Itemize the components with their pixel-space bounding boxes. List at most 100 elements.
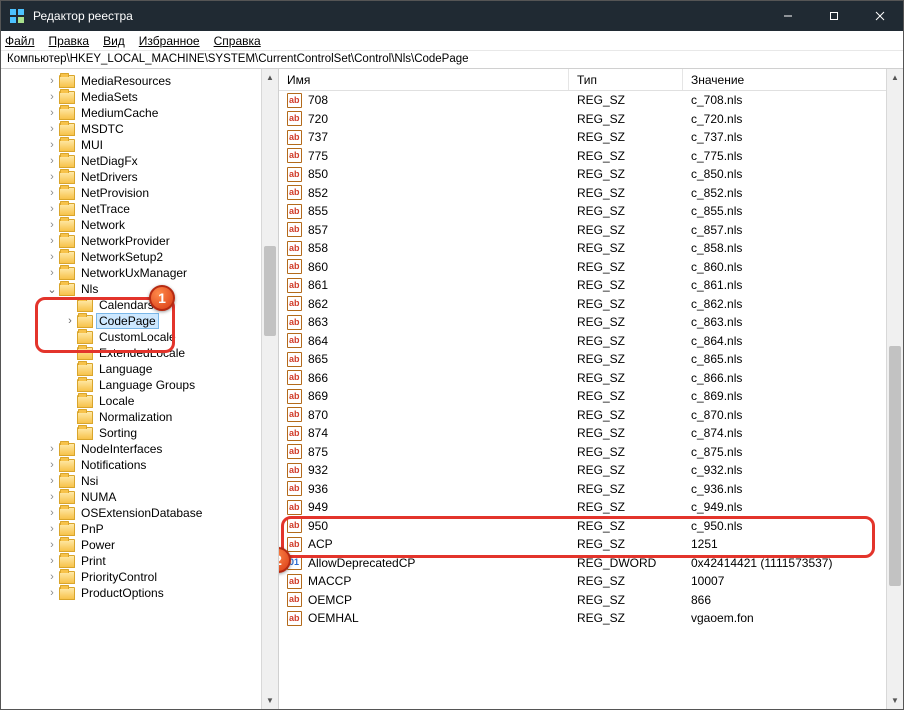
list-row[interactable]: 870REG_SZc_870.nls — [279, 406, 903, 425]
list-row[interactable]: 874REG_SZc_874.nls — [279, 424, 903, 443]
tree-item[interactable]: ExtendedLocale — [1, 345, 278, 361]
column-type[interactable]: Тип — [569, 69, 683, 90]
tree-item[interactable]: ›PriorityControl — [1, 569, 278, 585]
chevron-icon[interactable]: › — [63, 315, 77, 327]
tree-item[interactable]: ›Print — [1, 553, 278, 569]
tree-item[interactable]: ›MediumCache — [1, 105, 278, 121]
tree-item[interactable]: ›MediaSets — [1, 89, 278, 105]
chevron-icon[interactable]: › — [45, 187, 59, 199]
chevron-icon[interactable]: › — [45, 123, 59, 135]
tree-item[interactable]: ›CodePage — [1, 313, 278, 329]
tree-item[interactable]: Language — [1, 361, 278, 377]
tree-item[interactable]: ›MSDTC — [1, 121, 278, 137]
menu-view[interactable]: Вид — [103, 34, 125, 48]
addressbar[interactable]: Компьютер\HKEY_LOCAL_MACHINE\SYSTEM\Curr… — [1, 51, 903, 69]
chevron-icon[interactable]: › — [45, 91, 59, 103]
tree-item[interactable]: CustomLocale — [1, 329, 278, 345]
tree-item[interactable]: ›OSExtensionDatabase — [1, 505, 278, 521]
chevron-icon[interactable]: › — [45, 203, 59, 215]
list-scrollbar[interactable]: ▲ ▼ — [886, 69, 903, 709]
tree-item[interactable]: ›NUMA — [1, 489, 278, 505]
column-name[interactable]: Имя — [279, 69, 569, 90]
chevron-icon[interactable]: › — [45, 219, 59, 231]
tree-item[interactable]: ›MUI — [1, 137, 278, 153]
tree-item[interactable]: ›NetworkProvider — [1, 233, 278, 249]
list-row[interactable]: 857REG_SZc_857.nls — [279, 221, 903, 240]
tree-item[interactable]: Calendars — [1, 297, 278, 313]
tree-item[interactable]: ›ProductOptions — [1, 585, 278, 601]
chevron-icon[interactable]: › — [45, 587, 59, 599]
chevron-icon[interactable]: › — [45, 475, 59, 487]
tree-item[interactable]: Language Groups — [1, 377, 278, 393]
menu-edit[interactable]: Правка — [49, 34, 90, 48]
list-row[interactable]: 950REG_SZc_950.nls — [279, 517, 903, 536]
list-row[interactable]: 863REG_SZc_863.nls — [279, 313, 903, 332]
list-row[interactable]: 866REG_SZc_866.nls — [279, 369, 903, 388]
chevron-icon[interactable]: › — [45, 139, 59, 151]
list-row[interactable]: MACCPREG_SZ10007 — [279, 572, 903, 591]
close-button[interactable] — [857, 1, 903, 31]
chevron-icon[interactable]: › — [45, 155, 59, 167]
menu-favorites[interactable]: Избранное — [139, 34, 200, 48]
list-row[interactable]: 858REG_SZc_858.nls — [279, 239, 903, 258]
tree-item[interactable]: ›NetDrivers — [1, 169, 278, 185]
tree-item[interactable]: Normalization — [1, 409, 278, 425]
chevron-icon[interactable]: › — [45, 235, 59, 247]
scroll-thumb[interactable] — [889, 346, 901, 586]
chevron-icon[interactable]: › — [45, 491, 59, 503]
list-row[interactable]: 861REG_SZc_861.nls — [279, 276, 903, 295]
tree-item[interactable]: ›Power — [1, 537, 278, 553]
list-row[interactable]: 936REG_SZc_936.nls — [279, 480, 903, 499]
tree-item[interactable]: ›NetDiagFx — [1, 153, 278, 169]
list-row[interactable]: 875REG_SZc_875.nls — [279, 443, 903, 462]
maximize-button[interactable] — [811, 1, 857, 31]
tree-item[interactable]: ›Nsi — [1, 473, 278, 489]
menu-file[interactable]: Файл — [5, 34, 35, 48]
chevron-icon[interactable]: › — [45, 523, 59, 535]
tree-item[interactable]: ›NetworkSetup2 — [1, 249, 278, 265]
list-row[interactable]: OEMHALREG_SZvgaoem.fon — [279, 609, 903, 628]
list-row[interactable]: 932REG_SZc_932.nls — [279, 461, 903, 480]
tree-item[interactable]: ›PnP — [1, 521, 278, 537]
chevron-icon[interactable]: › — [45, 107, 59, 119]
list-row[interactable]: AllowDeprecatedCPREG_DWORD0x42414421 (11… — [279, 554, 903, 573]
chevron-icon[interactable]: › — [45, 251, 59, 263]
tree-item[interactable]: ›NetworkUxManager — [1, 265, 278, 281]
chevron-icon[interactable]: › — [45, 539, 59, 551]
list-row[interactable]: 862REG_SZc_862.nls — [279, 295, 903, 314]
tree-pane[interactable]: 1 ▲ ▼ ›MediaResources›MediaSets›MediumCa… — [1, 69, 279, 709]
column-value[interactable]: Значение — [683, 69, 903, 90]
chevron-icon[interactable]: › — [45, 267, 59, 279]
list-row[interactable]: 860REG_SZc_860.nls — [279, 258, 903, 277]
chevron-icon[interactable]: › — [45, 507, 59, 519]
list-row[interactable]: 864REG_SZc_864.nls — [279, 332, 903, 351]
chevron-icon[interactable]: › — [45, 459, 59, 471]
chevron-icon[interactable]: › — [45, 555, 59, 567]
list-row[interactable]: 737REG_SZc_737.nls — [279, 128, 903, 147]
scroll-down-icon[interactable]: ▼ — [262, 692, 278, 709]
list-row[interactable]: 865REG_SZc_865.nls — [279, 350, 903, 369]
scroll-up-icon[interactable]: ▲ — [887, 69, 903, 86]
list-row[interactable]: 775REG_SZc_775.nls — [279, 147, 903, 166]
minimize-button[interactable] — [765, 1, 811, 31]
list-row[interactable]: 850REG_SZc_850.nls — [279, 165, 903, 184]
chevron-icon[interactable]: › — [45, 443, 59, 455]
list-row[interactable]: 708REG_SZc_708.nls — [279, 91, 903, 110]
tree-item[interactable]: ›Network — [1, 217, 278, 233]
tree-item[interactable]: ›NodeInterfaces — [1, 441, 278, 457]
chevron-icon[interactable]: › — [45, 571, 59, 583]
menu-help[interactable]: Справка — [214, 34, 261, 48]
list-row[interactable]: 869REG_SZc_869.nls — [279, 387, 903, 406]
tree-item[interactable]: ›NetProvision — [1, 185, 278, 201]
tree-item[interactable]: ›Notifications — [1, 457, 278, 473]
list-row[interactable]: OEMCPREG_SZ866 — [279, 591, 903, 610]
list-row[interactable]: 720REG_SZc_720.nls — [279, 110, 903, 129]
list-pane[interactable]: Имя Тип Значение 708REG_SZc_708.nls720RE… — [279, 69, 903, 709]
tree-item[interactable]: Locale — [1, 393, 278, 409]
chevron-icon[interactable]: › — [45, 171, 59, 183]
tree-item[interactable]: ›NetTrace — [1, 201, 278, 217]
list-row[interactable]: 949REG_SZc_949.nls — [279, 498, 903, 517]
scroll-down-icon[interactable]: ▼ — [887, 692, 903, 709]
list-row[interactable]: 855REG_SZc_855.nls — [279, 202, 903, 221]
chevron-icon[interactable]: ⌄ — [45, 283, 59, 296]
